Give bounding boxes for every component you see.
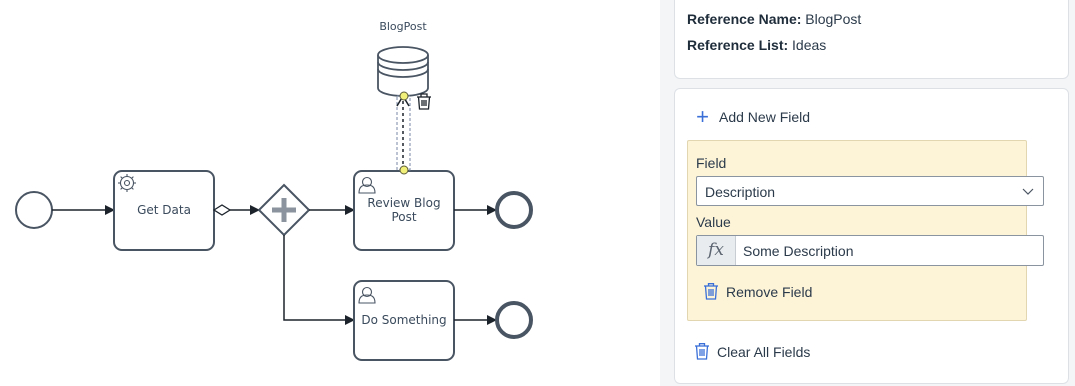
chevron-down-icon xyxy=(1022,188,1034,195)
field-editor: Field Description Value fx Some Descript… xyxy=(687,140,1044,321)
field-select-value: Description xyxy=(705,184,776,200)
reference-name-label: Reference Name: xyxy=(687,11,802,27)
reference-card: Reference Name: BlogPost Reference List:… xyxy=(674,0,1069,79)
bpmn-canvas[interactable]: BlogPost Get Data Review Blog Post Do So… xyxy=(0,0,660,386)
fx-icon[interactable]: fx xyxy=(697,236,736,265)
add-new-field-button[interactable]: + Add New Field xyxy=(694,104,811,129)
reference-name-row: Reference Name: BlogPost xyxy=(687,11,861,27)
task-label-do-something: Do Something xyxy=(361,313,447,327)
delete-icon[interactable] xyxy=(417,93,431,110)
clear-all-fields-label: Clear All Fields xyxy=(717,343,811,360)
sequence-flow[interactable] xyxy=(283,235,355,325)
handle-bottom[interactable] xyxy=(399,165,409,175)
task-label-review: Post xyxy=(391,210,417,224)
remove-field-button[interactable]: Remove Field xyxy=(704,283,812,300)
conditional-marker xyxy=(212,204,232,216)
add-new-field-label: Add New Field xyxy=(719,109,811,125)
bpmn-diagram xyxy=(15,46,533,361)
end-event[interactable] xyxy=(495,191,533,229)
value-input-text: Some Description xyxy=(743,243,854,259)
reference-list-row: Reference List: Ideas xyxy=(687,37,826,53)
reference-name-value: BlogPost xyxy=(805,11,862,27)
reference-list-label: Reference List: xyxy=(687,37,789,53)
start-event[interactable] xyxy=(15,191,53,229)
data-store-label: BlogPost xyxy=(379,20,427,33)
task-label-review: Review Blog xyxy=(367,196,441,210)
clear-all-fields-button[interactable]: Clear All Fields xyxy=(695,343,810,360)
field-select[interactable]: Description xyxy=(696,176,1044,206)
end-event[interactable] xyxy=(495,301,533,339)
fields-card: + Add New Field Field Description Value … xyxy=(674,88,1069,384)
task-label-get-data: Get Data xyxy=(137,203,191,217)
data-store[interactable] xyxy=(377,46,429,97)
trash-icon xyxy=(695,343,709,360)
handle-top[interactable] xyxy=(399,91,409,101)
field-label: Field xyxy=(696,155,727,171)
trash-icon xyxy=(704,283,718,300)
plus-icon: + xyxy=(696,104,709,129)
reference-list-value: Ideas xyxy=(792,37,827,53)
value-label: Value xyxy=(696,214,731,230)
remove-field-label: Remove Field xyxy=(726,283,813,300)
value-input[interactable]: fx Some Description xyxy=(696,235,1044,266)
